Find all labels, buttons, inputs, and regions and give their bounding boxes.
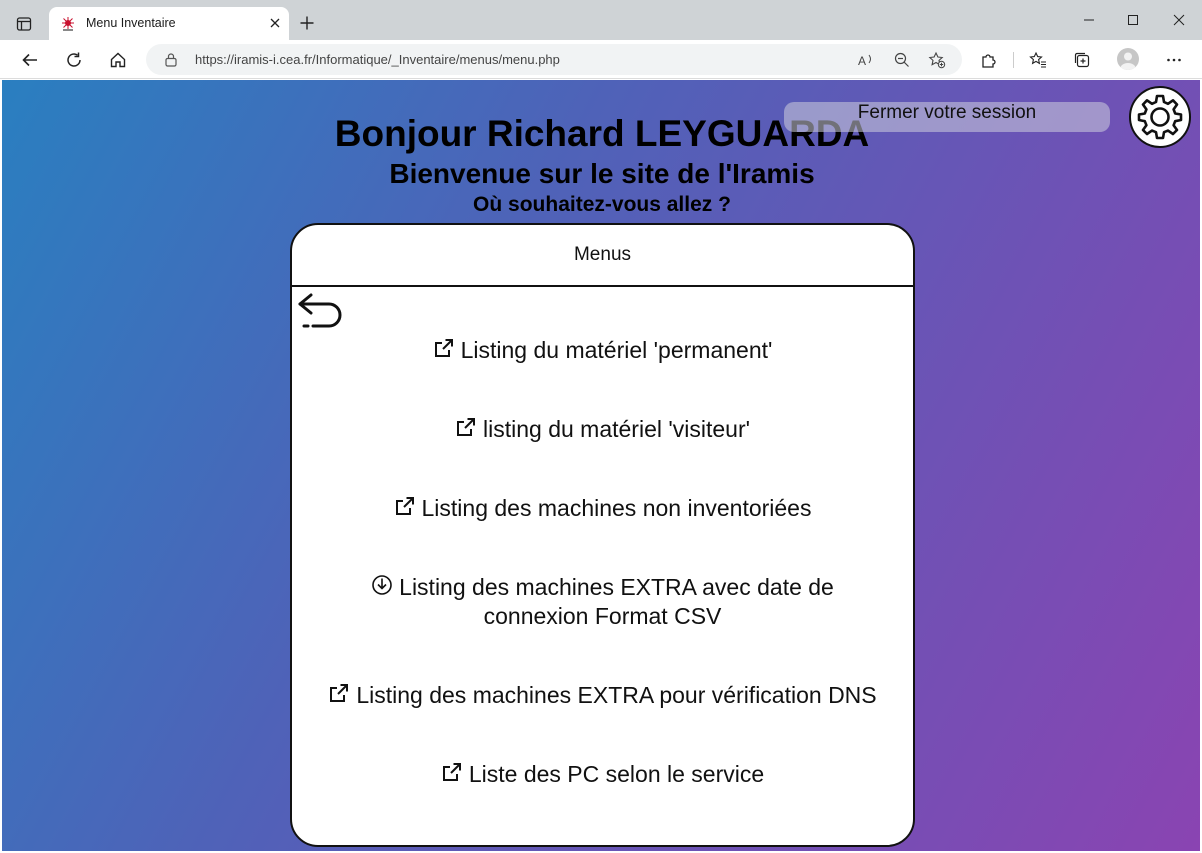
menu-item-label: Listing des machines EXTRA pour vérifica… — [356, 682, 877, 708]
reload-icon[interactable] — [61, 47, 87, 73]
close-window-icon[interactable] — [1167, 10, 1191, 30]
browser-tab-bar: Menu Inventaire — [0, 0, 1202, 40]
download-icon — [372, 575, 392, 595]
extensions-icon[interactable] — [978, 49, 1000, 71]
external-link-icon — [395, 497, 414, 515]
settings-button[interactable] — [1129, 86, 1191, 148]
menu-item-machines-extra-dns[interactable]: Listing des machines EXTRA pour vérifica… — [292, 681, 913, 710]
toolbar-separator — [1013, 52, 1014, 68]
welcome-subheading: Bienvenue sur le site de l'Iramis — [389, 158, 815, 189]
minimize-icon[interactable] — [1077, 10, 1101, 30]
tab-actions-icon[interactable] — [12, 12, 36, 36]
close-tab-icon[interactable] — [267, 15, 283, 31]
favorites-icon[interactable] — [1027, 49, 1049, 71]
collections-icon[interactable] — [1071, 49, 1093, 71]
zoom-out-icon[interactable] — [892, 50, 912, 70]
external-link-icon — [434, 339, 453, 357]
page-viewport: Bonjour Richard LEYGUARDA Fermer votre s… — [2, 80, 1200, 851]
svg-text:A: A — [858, 54, 866, 68]
menu-item-materiel-visiteur[interactable]: listing du matériel 'visiteur' — [292, 415, 913, 444]
menu-item-label: listing du matériel 'visiteur' — [483, 416, 750, 442]
menu-card: Menus Listing du matériel 'permanent' li… — [290, 223, 915, 847]
menu-item-label-line2: connexion Format CSV — [483, 603, 722, 629]
read-aloud-icon[interactable]: A — [856, 50, 876, 70]
menu-header: Menus — [292, 225, 913, 287]
url-text[interactable]: https://iramis-i.cea.fr/Informatique/_In… — [195, 52, 560, 67]
site-favicon-icon — [60, 16, 76, 32]
more-options-icon[interactable] — [1163, 49, 1185, 71]
maximize-icon[interactable] — [1121, 10, 1145, 30]
external-link-icon — [457, 418, 475, 436]
browser-toolbar: https://iramis-i.cea.fr/Informatique/_In… — [0, 40, 1202, 79]
menu-item-machines-non-inventoriees[interactable]: Listing des machines non inventoriées — [292, 494, 913, 523]
logout-button[interactable]: Fermer votre session — [784, 102, 1110, 132]
menu-item-materiel-permanent[interactable]: Listing du matériel 'permanent' — [292, 336, 913, 365]
menu-item-machines-extra-csv[interactable]: Listing des machines EXTRA avec date de … — [292, 573, 913, 631]
menu-item-pc-par-service[interactable]: Liste des PC selon le service — [292, 760, 913, 789]
menu-item-label-line1: Listing des machines EXTRA avec date de — [399, 574, 834, 600]
gear-icon — [1137, 94, 1183, 140]
new-tab-icon[interactable] — [296, 12, 318, 34]
external-link-icon — [330, 684, 349, 702]
menu-item-label: Liste des PC selon le service — [468, 761, 765, 787]
add-favorite-icon[interactable] — [927, 50, 947, 70]
lock-icon[interactable] — [164, 52, 178, 67]
home-icon[interactable] — [105, 47, 131, 73]
browser-tab-active[interactable]: Menu Inventaire — [49, 7, 289, 40]
profile-avatar[interactable] — [1117, 48, 1139, 70]
tab-title: Menu Inventaire — [86, 16, 176, 30]
menu-item-label: Listing du matériel 'permanent' — [460, 337, 773, 363]
back-arrow-icon[interactable] — [17, 47, 43, 73]
menu-item-label: Listing des machines non inventoriées — [421, 495, 812, 521]
destination-question: Où souhaitez-vous allez ? — [473, 193, 731, 216]
address-bar[interactable]: https://iramis-i.cea.fr/Informatique/_In… — [146, 44, 962, 75]
external-link-icon — [442, 763, 461, 781]
